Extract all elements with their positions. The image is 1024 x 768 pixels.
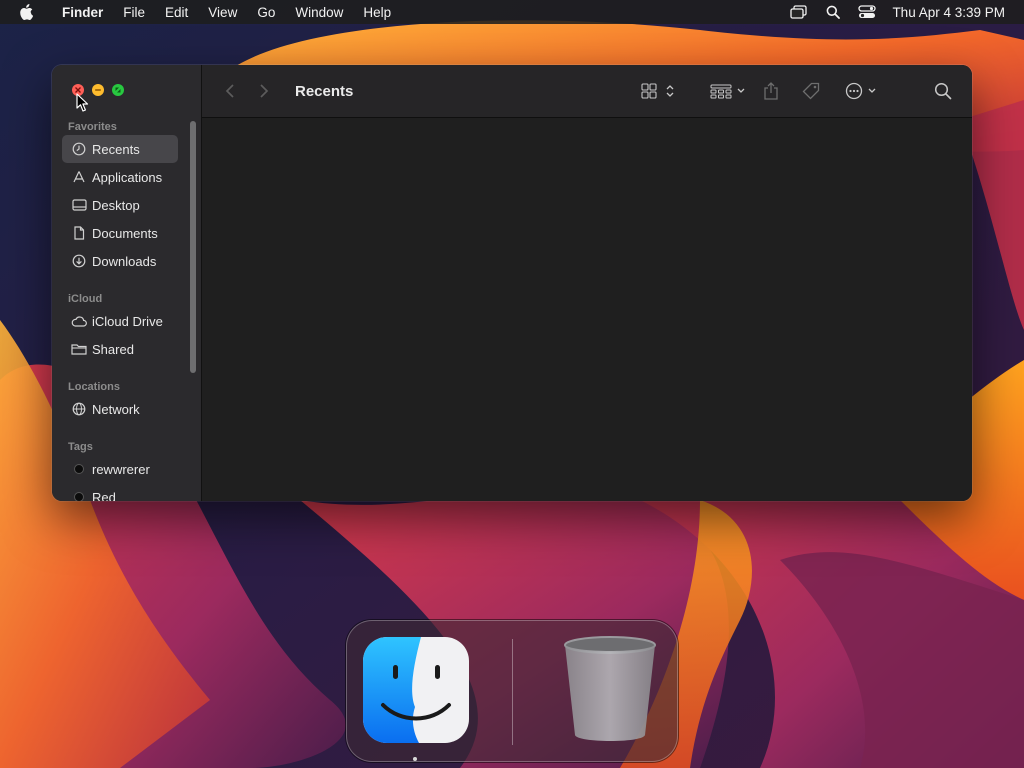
control-center-icon[interactable]: [850, 0, 884, 24]
apple-menu-icon[interactable]: [0, 4, 52, 20]
sidebar: Favorites Recents Applications Desktop D…: [52, 65, 202, 501]
screen-mirroring-icon[interactable]: [782, 0, 816, 24]
view-mode-button[interactable]: [638, 76, 680, 106]
back-button[interactable]: [213, 76, 247, 106]
finder-window: Favorites Recents Applications Desktop D…: [52, 65, 972, 501]
group-by-button[interactable]: [708, 76, 750, 106]
maximize-button[interactable]: [112, 84, 124, 96]
share-button[interactable]: [756, 76, 786, 106]
document-icon: [71, 225, 87, 241]
sidebar-item-label: Shared: [92, 341, 134, 357]
ellipsis-circle-icon: [845, 82, 876, 100]
sidebar-item-label: Desktop: [92, 197, 140, 213]
sidebar-item-label: Red: [92, 489, 116, 502]
sidebar-item-network[interactable]: Network: [62, 395, 178, 423]
sidebar-section-locations: Locations: [68, 381, 120, 393]
cloud-icon: [71, 313, 87, 329]
forward-button[interactable]: [247, 76, 281, 106]
search-button[interactable]: [926, 76, 960, 106]
trash-icon: [564, 636, 656, 741]
globe-icon: [71, 401, 87, 417]
menu-edit[interactable]: Edit: [155, 5, 198, 20]
sidebar-item-recents[interactable]: Recents: [62, 135, 178, 163]
tag-icon: [802, 82, 820, 100]
sidebar-item-desktop[interactable]: Desktop: [62, 191, 178, 219]
sidebar-item-label: rewwrerer: [92, 461, 150, 477]
mouse-cursor-icon: [76, 93, 89, 112]
sidebar-item-icloud-drive[interactable]: iCloud Drive: [62, 307, 178, 335]
sidebar-item-label: Documents: [92, 225, 158, 241]
finder-icon: [363, 637, 469, 743]
tag-dot-icon: [71, 461, 87, 477]
desktop-icon: [71, 197, 87, 213]
menu-file[interactable]: File: [113, 5, 155, 20]
sidebar-item-downloads[interactable]: Downloads: [62, 247, 178, 275]
sidebar-list[interactable]: Favorites Recents Applications Desktop D…: [52, 119, 202, 501]
search-icon: [934, 82, 952, 100]
clock-icon: [71, 141, 87, 157]
dock-app-trash[interactable]: [555, 631, 665, 752]
sidebar-section-icloud: iCloud: [68, 293, 103, 305]
sidebar-item-tag-red[interactable]: Red: [62, 483, 178, 501]
spotlight-search-icon[interactable]: [816, 0, 850, 24]
menu-window[interactable]: Window: [285, 5, 353, 20]
menu-view[interactable]: View: [198, 5, 247, 20]
share-icon: [764, 82, 778, 100]
sidebar-item-applications[interactable]: Applications: [62, 163, 178, 191]
dock-separator: [512, 639, 513, 745]
sidebar-item-documents[interactable]: Documents: [62, 219, 178, 247]
chevron-right-icon: [260, 84, 269, 98]
shared-folder-icon: [71, 341, 87, 357]
sidebar-scrollbar[interactable]: [190, 121, 196, 373]
sidebar-item-label: Downloads: [92, 253, 157, 269]
sidebar-section-tags: Tags: [68, 441, 93, 453]
tag-dot-icon: [71, 489, 87, 501]
sidebar-item-tag-rewwrerer[interactable]: rewwrerer: [62, 455, 178, 483]
sidebar-item-label: Applications: [92, 169, 163, 185]
content-area[interactable]: Recents: [202, 65, 972, 501]
dock-app-finder[interactable]: [363, 637, 469, 748]
tag-button[interactable]: [796, 76, 826, 106]
applications-icon: [71, 169, 87, 185]
more-actions-button[interactable]: [842, 76, 882, 106]
minimize-button[interactable]: [92, 84, 104, 96]
download-icon: [71, 253, 87, 269]
sidebar-item-label: Network: [92, 401, 140, 417]
menu-bar: Finder File Edit View Go Window Help Thu…: [0, 0, 1024, 24]
toolbar: Recents: [202, 65, 972, 118]
dock: [346, 620, 678, 762]
sidebar-item-label: iCloud Drive: [92, 313, 163, 329]
icon-grid-icon: [641, 83, 674, 99]
menu-go[interactable]: Go: [247, 5, 285, 20]
group-by-icon: [710, 84, 745, 99]
running-indicator: [413, 757, 417, 761]
fullscreen-icon: [115, 87, 121, 93]
minimize-icon: [95, 89, 101, 91]
menu-clock[interactable]: Thu Apr 4 3:39 PM: [884, 5, 1024, 20]
menu-help[interactable]: Help: [353, 5, 401, 20]
sidebar-item-label: Recents: [92, 141, 140, 157]
sidebar-item-shared[interactable]: Shared: [62, 335, 178, 363]
window-title: Recents: [295, 82, 354, 100]
sidebar-section-favorites: Favorites: [68, 121, 117, 133]
chevron-left-icon: [225, 84, 234, 98]
app-menu-finder[interactable]: Finder: [52, 5, 113, 20]
